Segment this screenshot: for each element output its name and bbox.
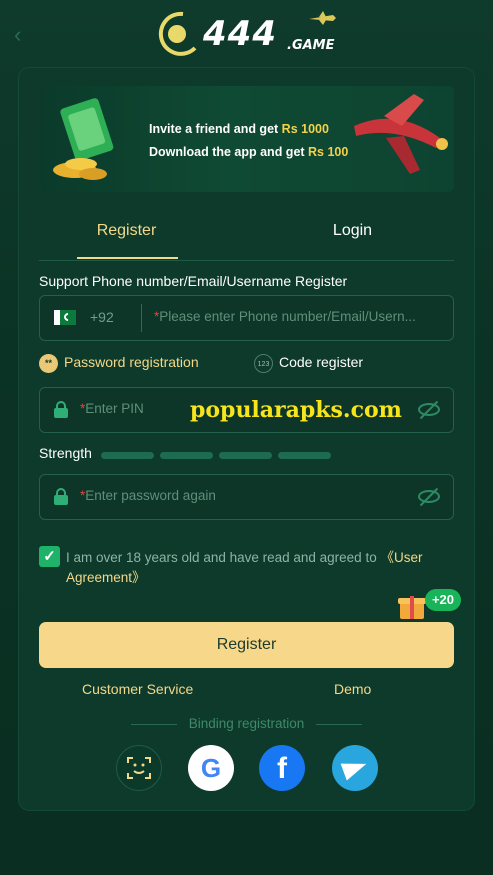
- register-method-label: Support Phone number/Email/Username Regi…: [39, 273, 348, 289]
- register-card: Invite a friend and get Rs 1000 Download…: [19, 68, 474, 810]
- promo-banner[interactable]: Invite a friend and get Rs 1000 Download…: [39, 86, 454, 192]
- strength-bar: [160, 452, 213, 459]
- chevron-left-icon[interactable]: ‹: [14, 22, 21, 48]
- code-register-option[interactable]: 123 Code register: [254, 354, 363, 373]
- confirm-password-field[interactable]: *Enter password again: [39, 474, 454, 520]
- top-bar: ‹ 444 .GAME: [0, 0, 493, 64]
- banner-line-invite: Invite a friend and get Rs 1000: [149, 122, 329, 136]
- banner-line-download: Download the app and get Rs 100: [149, 145, 349, 159]
- cash-stack-icon: [53, 98, 114, 180]
- demo-link[interactable]: Demo: [334, 681, 371, 697]
- customer-service-link[interactable]: Customer Service: [82, 681, 193, 697]
- face-id-icon[interactable]: [116, 745, 162, 791]
- bonus-badge: +20: [425, 589, 461, 611]
- field-divider: [141, 304, 142, 332]
- binding-registration-label: Binding registration: [19, 716, 474, 731]
- lock-icon: [54, 401, 68, 418]
- cricket-ball-icon: [158, 11, 197, 56]
- lock-icon: [54, 488, 68, 505]
- face-id-glyph: [127, 757, 151, 779]
- watermark-text: popularapks.com: [190, 397, 402, 423]
- strength-bar: [219, 452, 272, 459]
- telegram-icon[interactable]: [332, 745, 378, 791]
- strength-bar: [278, 452, 331, 459]
- country-code[interactable]: +92: [90, 309, 114, 325]
- brand-logo: 444 .GAME: [155, 8, 345, 58]
- plane-icon: [309, 11, 336, 25]
- strength-bar: [101, 452, 154, 459]
- numeric-code-icon: 123: [254, 354, 273, 373]
- phone-placeholder: *Please enter Phone number/Email/Usern..…: [154, 309, 416, 324]
- agreement-text: I am over 18 years old and have read and…: [66, 550, 423, 585]
- logo-suffix: .GAME: [287, 38, 335, 53]
- auth-tabs: Register Login: [39, 218, 454, 261]
- strength-label: Strength: [39, 445, 92, 461]
- eye-off-icon[interactable]: [417, 487, 441, 507]
- gift-icon: [397, 591, 427, 621]
- logo-number: 444: [203, 14, 277, 54]
- confirm-password-placeholder: *Enter password again: [80, 488, 216, 503]
- pin-placeholder: *Enter PIN: [80, 401, 144, 416]
- asterisk-icon: **: [39, 354, 58, 373]
- tab-register[interactable]: Register: [49, 218, 204, 259]
- pin-field[interactable]: *Enter PIN popularapks.com: [39, 387, 454, 433]
- register-button[interactable]: Register: [39, 622, 454, 668]
- agreement-checkbox[interactable]: ✓: [39, 546, 60, 567]
- aviator-plane-icon: [354, 94, 448, 174]
- password-registration-option[interactable]: ** Password registration: [39, 354, 199, 373]
- pakistan-flag-icon[interactable]: [54, 310, 76, 325]
- google-icon[interactable]: G: [188, 745, 234, 791]
- facebook-icon[interactable]: f: [259, 745, 305, 791]
- eye-off-icon[interactable]: [417, 400, 441, 420]
- tab-login[interactable]: Login: [275, 218, 430, 259]
- phone-field[interactable]: +92 *Please enter Phone number/Email/Use…: [39, 295, 454, 341]
